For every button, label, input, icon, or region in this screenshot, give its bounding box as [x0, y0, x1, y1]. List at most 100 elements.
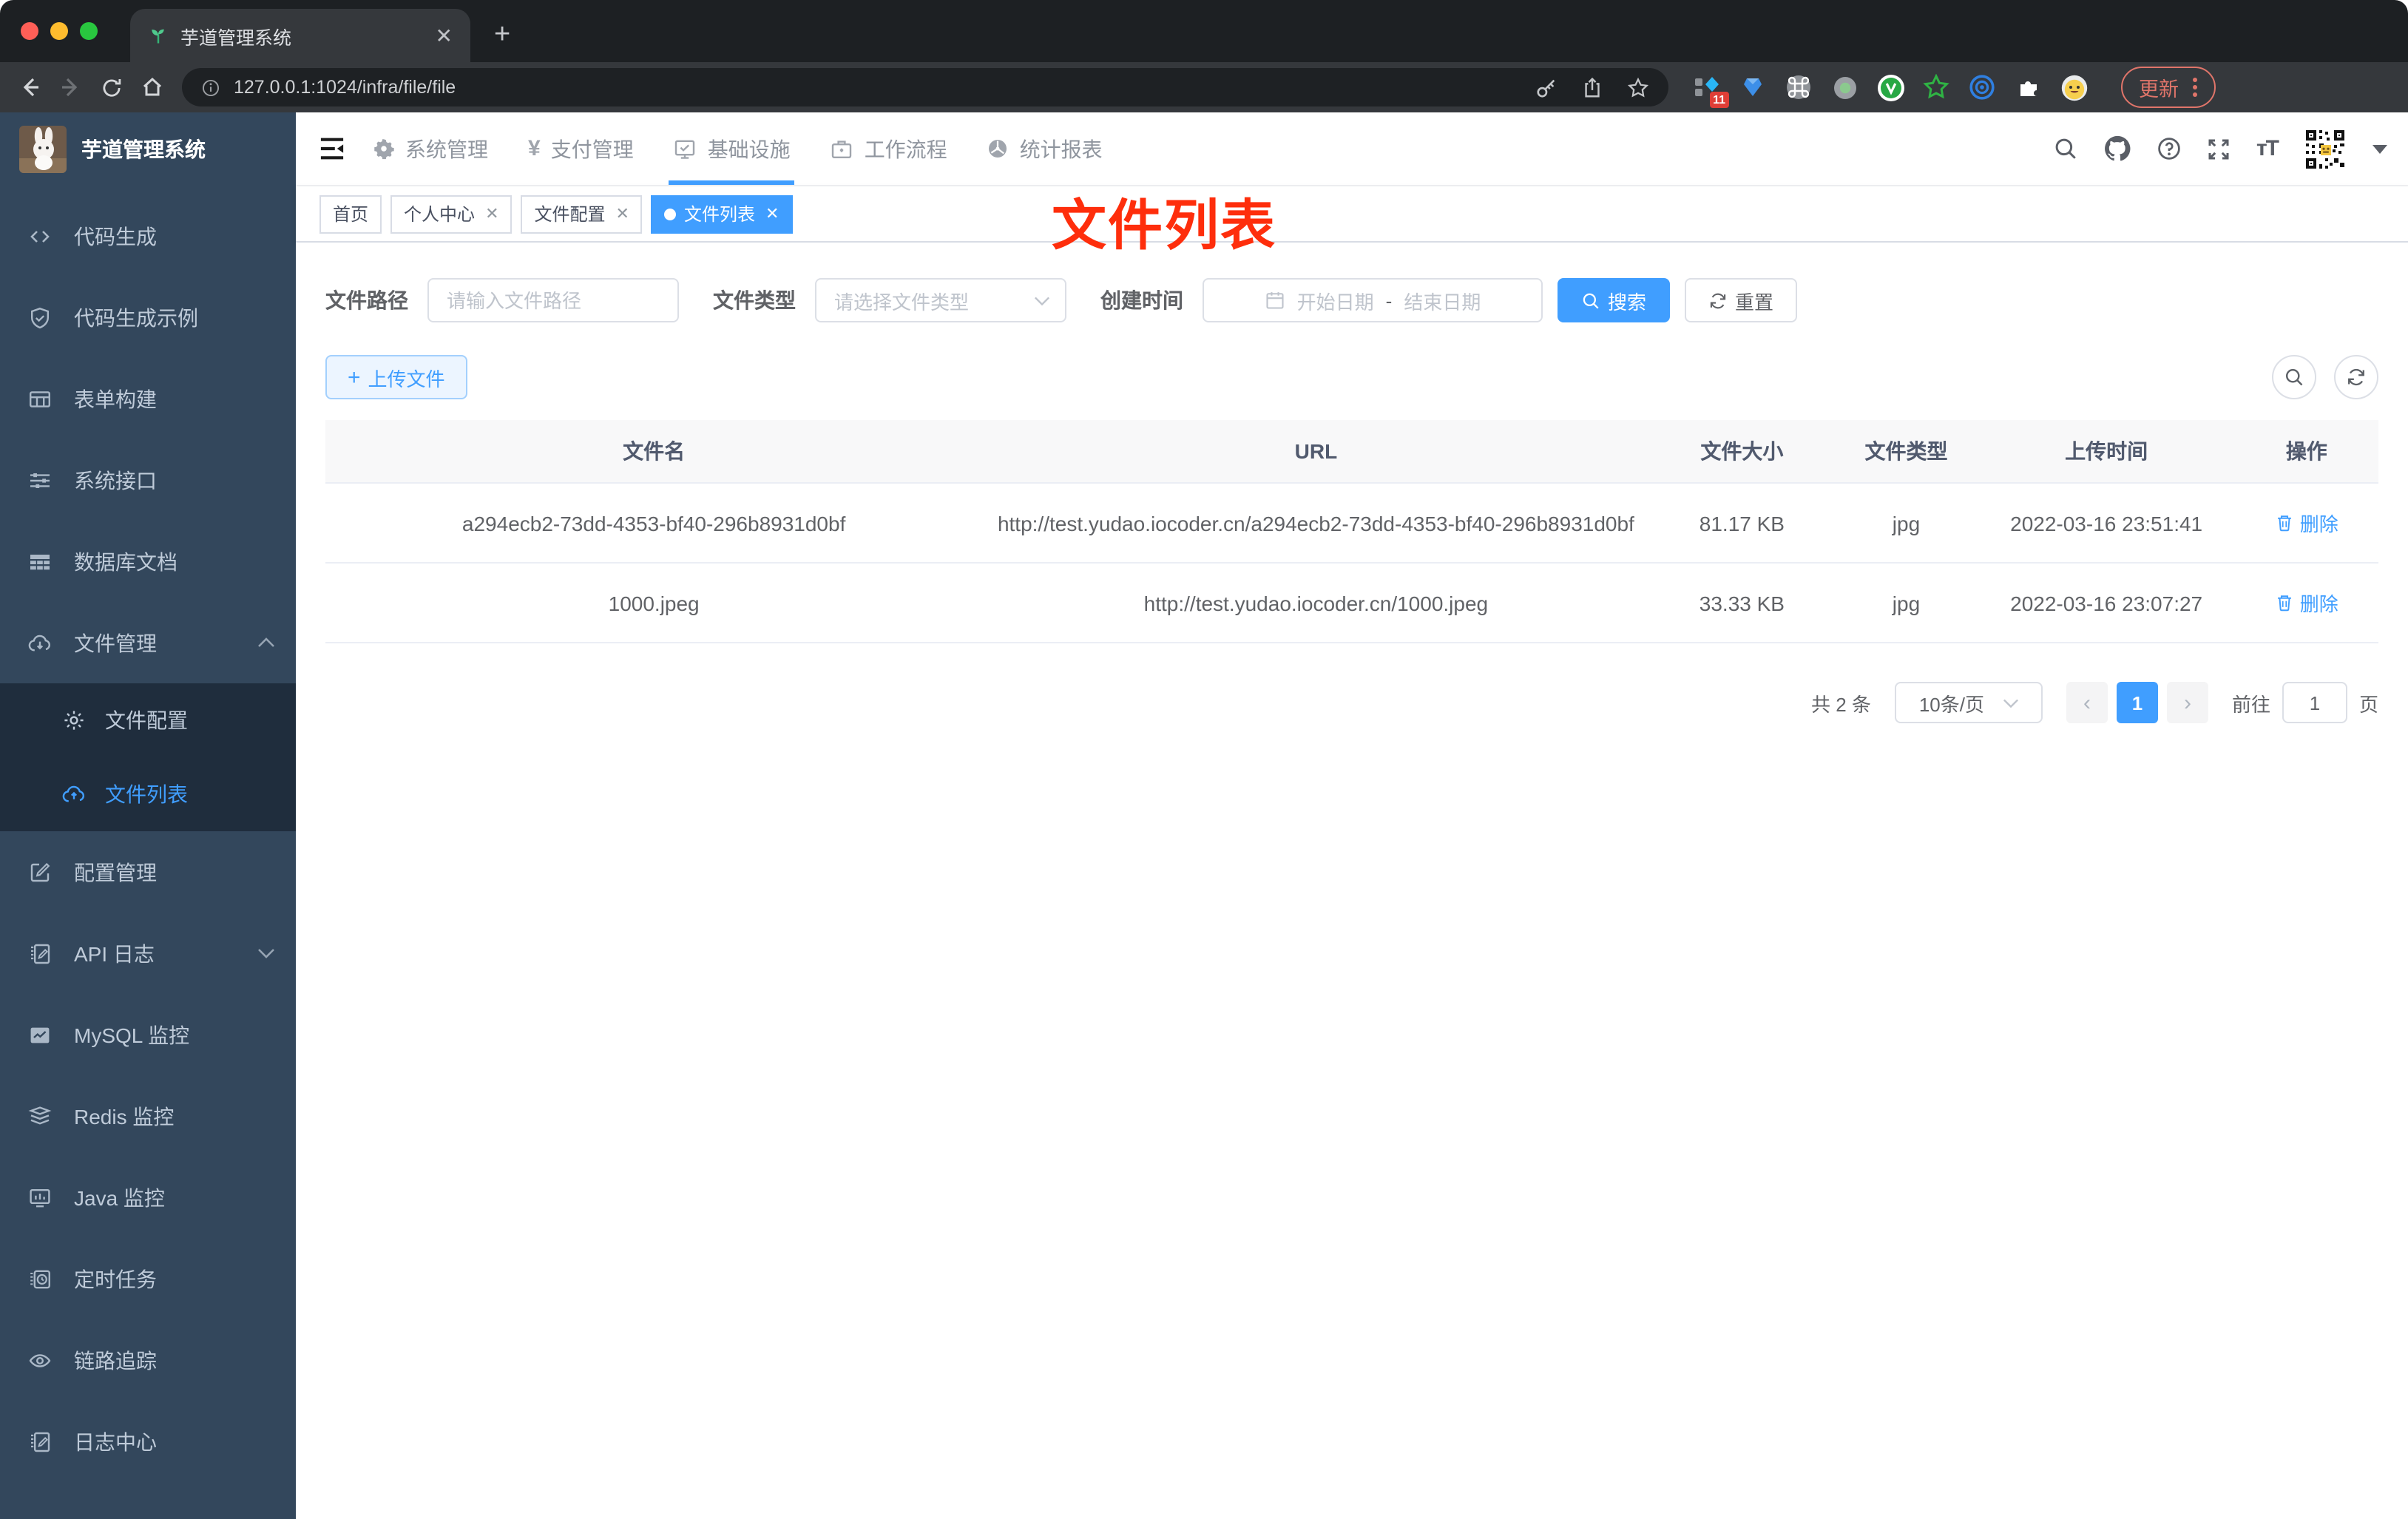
sidebar-item-file-management[interactable]: 文件管理 [0, 602, 296, 683]
back-icon[interactable] [18, 75, 41, 99]
sidebar-item-java-monitor[interactable]: Java 监控 [0, 1157, 296, 1238]
sidebar-item-tracing[interactable]: 链路追踪 [0, 1319, 296, 1401]
sidebar-item-redis-monitor[interactable]: Redis 监控 [0, 1075, 296, 1157]
pagination: 共 2 条 10条/页 ‹ 1 › 前往 页 [325, 682, 2378, 723]
tag-close-icon[interactable]: ✕ [616, 204, 629, 223]
record-extension-icon[interactable] [1830, 72, 1859, 102]
star-extension-icon[interactable] [1921, 72, 1951, 102]
date-range-picker[interactable]: 开始日期 - 结束日期 [1203, 278, 1543, 322]
tag-home[interactable]: 首页 [319, 194, 382, 233]
upload-file-button[interactable]: + 上传文件 [325, 355, 467, 399]
command-extension-icon[interactable] [1784, 72, 1813, 102]
cell-file-type: jpg [1834, 483, 1978, 564]
form-icon [28, 387, 52, 410]
delete-button[interactable]: 删除 [2275, 509, 2338, 537]
tag-file-config[interactable]: 文件配置 ✕ [521, 194, 643, 233]
fullscreen-icon[interactable] [2208, 137, 2231, 160]
puzzle-extension-icon[interactable] [2013, 72, 2043, 102]
home-icon[interactable] [141, 75, 164, 99]
refresh-icon [1708, 291, 1728, 310]
sidebar-item-label: API 日志 [74, 941, 155, 965]
sidebar-item-code-demo[interactable]: 代码生成示例 [0, 277, 296, 358]
v-extension-icon[interactable] [1876, 72, 1905, 102]
emoji-extension-icon[interactable] [2059, 72, 2089, 102]
tag-file-list[interactable]: 文件列表 ✕ [651, 194, 793, 233]
github-icon[interactable] [2104, 135, 2132, 163]
window-controls[interactable] [21, 22, 98, 40]
info-icon[interactable] [201, 78, 220, 97]
file-path-input[interactable] [427, 278, 679, 322]
minimize-window-button[interactable] [50, 22, 68, 40]
sidebar-item-log-center[interactable]: 日志中心 [0, 1401, 296, 1482]
goto-page-input[interactable] [2282, 682, 2347, 723]
sidebar-item-label: 文件管理 [74, 631, 157, 654]
page-size-select[interactable]: 10条/页 [1894, 682, 2043, 723]
close-window-button[interactable] [21, 22, 38, 40]
topnav-item-infrastructure[interactable]: 基础设施 [669, 112, 795, 185]
topnav-label: 支付管理 [550, 137, 634, 160]
topnav-label: 工作流程 [864, 137, 947, 160]
file-type-label: 文件类型 [713, 288, 796, 312]
sidebar-item-file-config[interactable]: 文件配置 [0, 683, 296, 757]
forward-icon[interactable] [59, 75, 83, 99]
tab-close-icon[interactable]: ✕ [430, 23, 459, 48]
eye-icon [28, 1348, 52, 1372]
new-tab-button[interactable]: + [494, 21, 510, 49]
sidebar-item-scheduled-tasks[interactable]: 定时任务 [0, 1238, 296, 1319]
active-tag-dot [664, 208, 677, 220]
hamburger-icon[interactable] [296, 136, 367, 161]
sidebar-item-api-log[interactable]: API 日志 [0, 913, 296, 994]
reload-icon[interactable] [101, 76, 123, 98]
tag-close-icon[interactable]: ✕ [485, 204, 498, 223]
prev-page-button[interactable]: ‹ [2066, 682, 2108, 723]
zoom-window-button[interactable] [80, 22, 98, 40]
topnav-item-reports[interactable]: 统计报表 [987, 112, 1103, 185]
eye-extension-icon[interactable] [1967, 72, 1997, 102]
tag-close-icon[interactable]: ✕ [765, 204, 779, 223]
sidebar-item-form-builder[interactable]: 表单构建 [0, 358, 296, 439]
help-icon[interactable] [2157, 136, 2182, 161]
browser-menu-icon[interactable] [2192, 77, 2198, 98]
key-icon[interactable] [1535, 76, 1558, 98]
sidebar-menu: 代码生成 代码生成示例 表单构建 系统接口 数据库文档 文件管理 文件配置 文件… [0, 186, 296, 1482]
search-circle-icon[interactable] [2272, 355, 2316, 399]
browser-update-button[interactable]: 更新 [2121, 67, 2216, 108]
sidebar-item-config-management[interactable]: 配置管理 [0, 831, 296, 913]
tag-profile[interactable]: 个人中心 ✕ [390, 194, 513, 233]
search-icon[interactable] [2054, 136, 2079, 161]
cell-url: http://test.yudao.iocoder.cn/1000.jpeg [982, 563, 1650, 643]
address-bar[interactable]: 127.0.0.1:1024/infra/file/file [182, 68, 1668, 106]
delete-button[interactable]: 删除 [2275, 589, 2338, 617]
caret-down-icon[interactable] [2373, 144, 2387, 153]
app-logo-row: 芋道管理系统 [0, 112, 296, 186]
qr-avatar[interactable] [2303, 126, 2347, 171]
sidebar-item-label: 链路追踪 [74, 1348, 157, 1372]
sidebar-item-mysql-monitor[interactable]: MySQL 监控 [0, 994, 296, 1075]
top-menu: 系统管理 ¥ 支付管理 基础设施 工作流程 统计报表 [373, 112, 1103, 185]
pinned-extension-icon[interactable]: 11 [1692, 72, 1729, 108]
gem-extension-icon[interactable] [1738, 72, 1768, 102]
search-button[interactable]: 搜索 [1558, 278, 1671, 322]
sidebar-item-code-gen[interactable]: 代码生成 [0, 195, 296, 277]
next-page-button[interactable]: › [2166, 682, 2208, 723]
sidebar-item-system-api[interactable]: 系统接口 [0, 439, 296, 521]
font-size-icon[interactable]: ᴛT [2256, 136, 2279, 161]
share-icon[interactable] [1581, 76, 1603, 98]
cell-file-name: a294ecb2-73dd-4353-bf40-296b8931d0bf [325, 483, 983, 564]
red-annotation-text: 文件列表 [1052, 195, 1276, 256]
sidebar-item-db-doc[interactable]: 数据库文档 [0, 521, 296, 602]
reset-button[interactable]: 重置 [1685, 278, 1798, 322]
file-path-field[interactable] [447, 289, 660, 311]
browser-tab[interactable]: 芋道管理系统 ✕ [130, 9, 470, 62]
star-icon[interactable] [1627, 76, 1649, 98]
update-label: 更新 [2139, 78, 2179, 101]
refresh-circle-icon[interactable] [2334, 355, 2378, 399]
topnav-item-system[interactable]: 系统管理 [373, 112, 488, 185]
sidebar-item-file-list[interactable]: 文件列表 [0, 757, 296, 831]
tag-label: 首页 [333, 204, 369, 225]
topnav-item-workflow[interactable]: 工作流程 [831, 112, 947, 185]
topnav-item-payment[interactable]: ¥ 支付管理 [528, 112, 634, 185]
page-number-1[interactable]: 1 [2116, 682, 2158, 723]
end-date-placeholder: 结束日期 [1404, 291, 1481, 313]
file-type-select[interactable]: 请选择文件类型 [815, 278, 1066, 322]
